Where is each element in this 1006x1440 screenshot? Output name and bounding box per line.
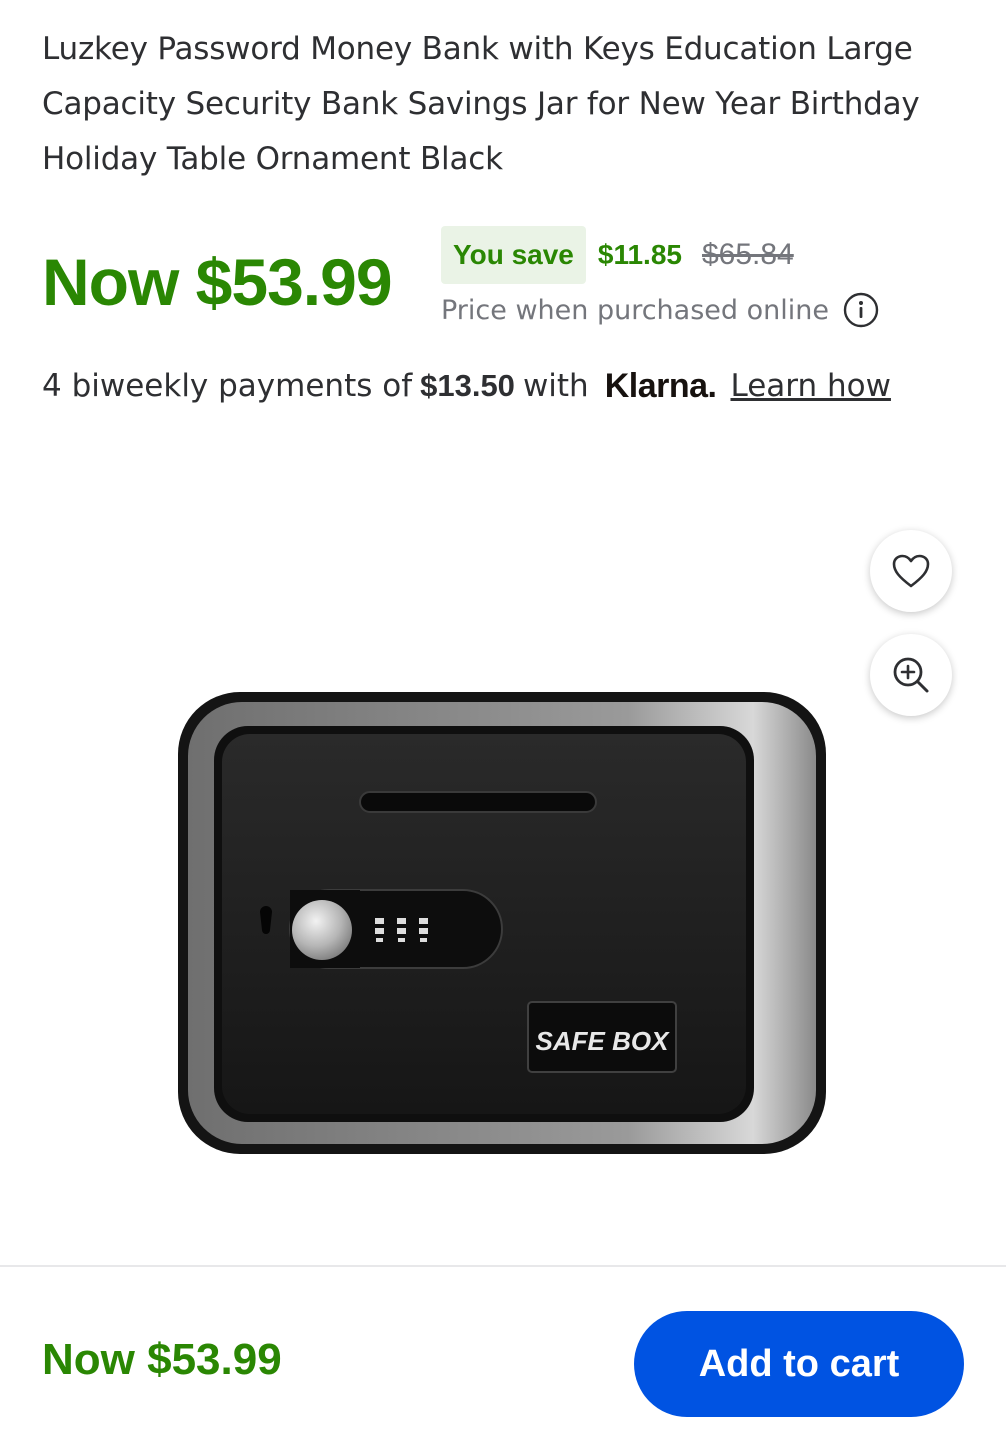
zoom-button[interactable]	[870, 634, 952, 716]
info-icon[interactable]	[843, 292, 879, 328]
bottom-price: Now $53.99	[42, 1335, 282, 1384]
add-to-cart-button[interactable]: Add to cart	[634, 1311, 964, 1417]
heart-icon	[892, 554, 930, 588]
product-image[interactable]: SAFE BOX	[176, 690, 828, 1156]
klarna-with: with	[522, 368, 589, 404]
zoom-in-icon	[893, 657, 929, 693]
price-note: Price when purchased online	[441, 290, 879, 330]
learn-how-link[interactable]: Learn how	[730, 368, 890, 404]
klarna-amount: $13.50	[420, 368, 515, 403]
save-amount: $11.85	[597, 239, 682, 270]
favorite-button[interactable]	[870, 530, 952, 612]
klarna-prefix: 4 biweekly payments of	[42, 368, 413, 404]
product-title: Luzkey Password Money Bank with Keys Edu…	[42, 31, 920, 177]
klarna-logo: Klarna.	[604, 366, 717, 405]
bottom-bar: Now $53.99 Add to cart	[0, 1265, 1006, 1440]
klarna-payments-row: 4 biweekly payments of $13.50 with Klarn…	[42, 362, 891, 410]
current-price: Now $53.99	[42, 245, 393, 319]
was-price: $65.84	[701, 238, 794, 271]
price-note-text: Price when purchased online	[441, 294, 829, 326]
you-save-badge: You save	[441, 226, 586, 284]
safe-box-label: SAFE BOX	[536, 1026, 671, 1056]
savings-row: You save $11.85 $65.84	[441, 226, 794, 284]
